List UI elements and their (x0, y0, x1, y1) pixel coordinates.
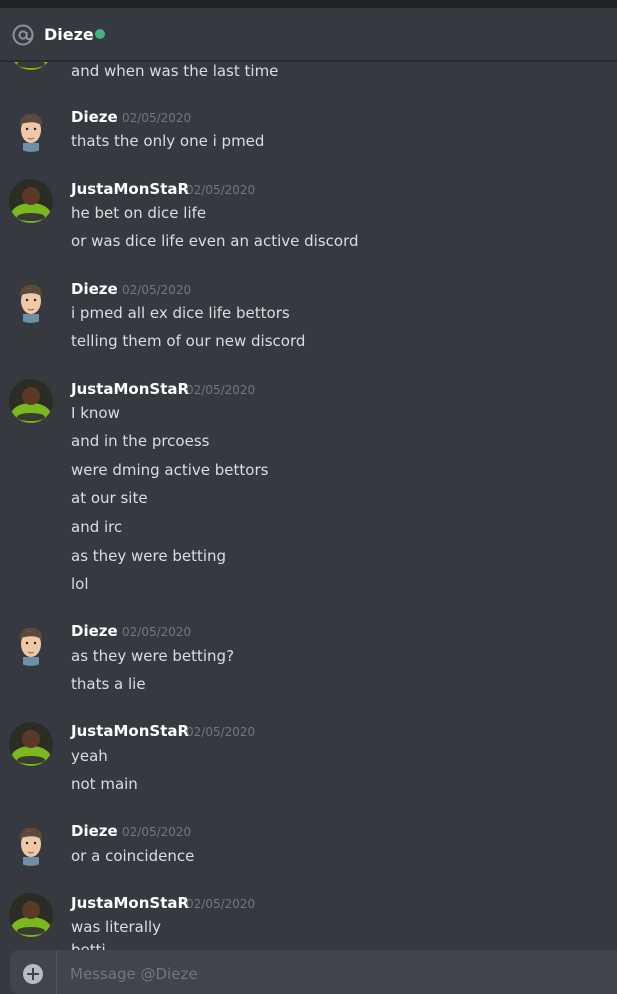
dieze-avatar[interactable] (9, 622, 53, 666)
message-timestamp: 02/05/2020 (122, 825, 192, 839)
message-text: yeah (71, 747, 108, 765)
message-author[interactable]: JustaMonStaR (71, 722, 189, 740)
dieze-avatar[interactable] (9, 108, 53, 152)
message-composer (10, 950, 617, 994)
plus-circle-icon[interactable] (23, 964, 43, 984)
message-timestamp: 02/05/2020 (186, 897, 256, 911)
message-text: and when was the last time (71, 62, 279, 80)
justamonstar-avatar[interactable] (9, 893, 53, 937)
message-text: were dming active bettors (71, 461, 269, 479)
message-text: i pmed all ex dice life bettors (71, 304, 290, 322)
dm-recipient-name[interactable]: Dieze (44, 25, 94, 45)
message-timestamp: 02/05/2020 (122, 283, 192, 297)
justamonstar-avatar[interactable] (9, 379, 53, 423)
message-text: at our site (71, 489, 148, 507)
window-top-strip (0, 0, 617, 8)
message-text: thats the only one i pmed (71, 132, 265, 150)
justamonstar-avatar[interactable] (9, 179, 53, 223)
message-text: thats a lie (71, 675, 146, 693)
message-text: or was dice life even an active discord (71, 232, 359, 250)
message-author[interactable]: Dieze (71, 622, 118, 640)
message-text: betti (71, 941, 106, 950)
message-input[interactable] (70, 963, 610, 985)
at-icon (12, 24, 34, 46)
message-text: was literally (71, 918, 162, 936)
justamonstar-avatar[interactable] (9, 722, 53, 766)
message-text: as they were betting? (71, 647, 235, 665)
message-text: I know (71, 404, 120, 422)
message-author[interactable]: JustaMonStaR (71, 180, 189, 198)
message-text: he bet on dice life (71, 204, 207, 222)
message-timestamp: 02/05/2020 (186, 183, 256, 197)
message-text: telling them of our new discord (71, 332, 306, 350)
message-author[interactable]: Dieze (71, 108, 118, 126)
dieze-avatar[interactable] (9, 822, 53, 866)
message-author[interactable]: Dieze (71, 280, 118, 298)
message-timestamp: 02/05/2020 (186, 383, 256, 397)
message-timestamp: 02/05/2020 (122, 111, 192, 125)
message-text: and irc (71, 518, 123, 536)
message-author[interactable]: JustaMonStaR (71, 894, 189, 912)
message-timestamp: 02/05/2020 (186, 725, 256, 739)
message-text: or a coincidence (71, 847, 195, 865)
dieze-avatar[interactable] (9, 279, 53, 323)
dm-header: Dieze (0, 8, 617, 61)
composer-divider (56, 950, 57, 994)
message-text: and in the prcoess (71, 432, 210, 450)
message-timestamp: 02/05/2020 (122, 625, 192, 639)
online-status-icon (95, 29, 105, 39)
message-author[interactable]: Dieze (71, 822, 118, 840)
justamonstar-avatar[interactable] (9, 62, 53, 70)
message-text: as they were betting (71, 547, 227, 565)
message-text: not main (71, 775, 138, 793)
message-text: lol (71, 575, 89, 593)
message-list[interactable]: and when was the last time Dieze 02/05/2… (0, 62, 617, 950)
message-author[interactable]: JustaMonStaR (71, 380, 189, 398)
